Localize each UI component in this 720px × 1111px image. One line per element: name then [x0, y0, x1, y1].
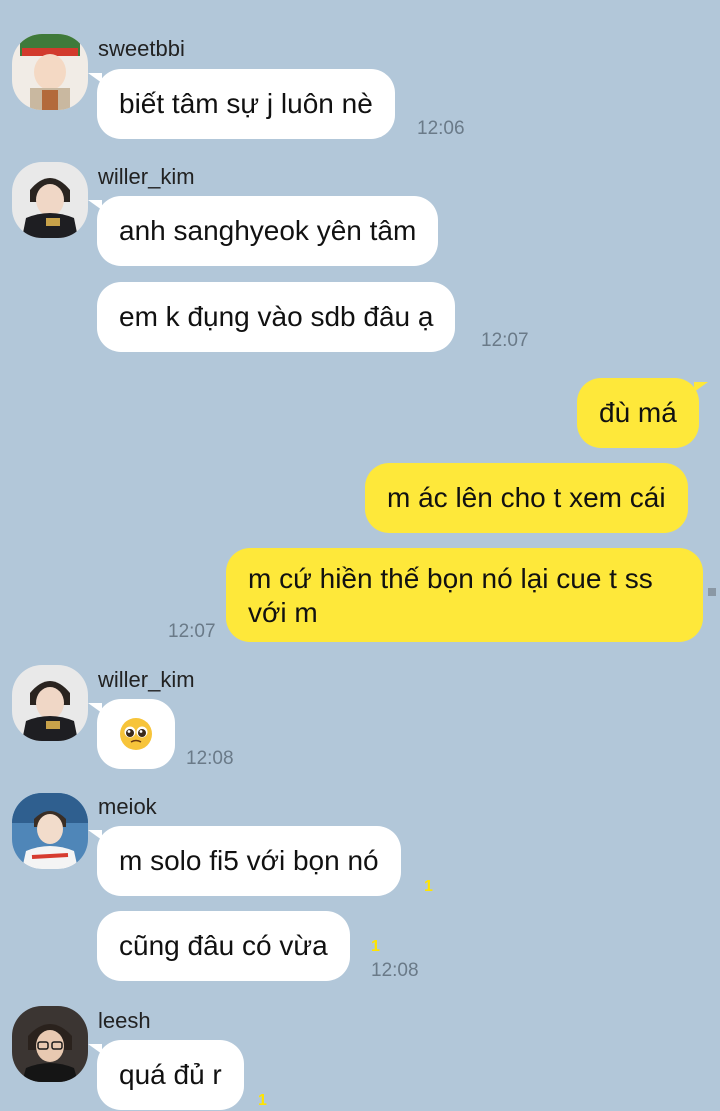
message-text: m solo fi5 với bọn nó	[119, 845, 379, 876]
bubble-tail	[88, 73, 102, 83]
bubble-tail	[88, 703, 102, 713]
unread-count-badge: 1	[258, 1092, 267, 1109]
avatar-meiok[interactable]	[12, 793, 88, 869]
sender-name: willer_kim	[98, 667, 195, 692]
pleading-face-emoji-icon	[120, 718, 152, 750]
avatar-willer-kim[interactable]	[12, 162, 88, 238]
bubble-tail	[88, 830, 102, 840]
bubble-tail	[693, 382, 708, 392]
unread-count-badge: 1	[371, 938, 380, 955]
message-text: đù má	[599, 397, 677, 428]
avatar-sweetbbi[interactable]	[12, 34, 88, 110]
message-text: cũng đâu có vừa	[119, 930, 328, 961]
message-text: m cứ hiền thế bọn nó lại cue t ss với m	[248, 563, 653, 628]
my-message-bubble[interactable]: m ác lên cho t xem cái	[365, 463, 688, 533]
unread-count-badge: 1	[424, 878, 433, 895]
sender-name: leesh	[98, 1008, 151, 1033]
message-bubble[interactable]	[88, 699, 175, 769]
avatar-willer-kim[interactable]	[12, 665, 88, 741]
bubble-tail	[88, 200, 102, 210]
message-bubble[interactable]: em k đụng vào sdb đâu ạ	[97, 282, 456, 352]
my-message-bubble[interactable]: m cứ hiền thế bọn nó lại cue t ss với m	[226, 548, 703, 642]
chat-view[interactable]: sweetbbi biết tâm sự j luôn nè 12:06 wil…	[0, 0, 720, 1111]
avatar-willer-kim-image	[12, 665, 88, 741]
sender-name: willer_kim	[98, 164, 195, 189]
message-time: 12:07	[481, 330, 529, 351]
avatar-leesh-image	[12, 1006, 88, 1082]
avatar-leesh[interactable]	[12, 1006, 88, 1082]
scroll-marker	[708, 588, 716, 596]
avatar-sweetbbi-image	[12, 34, 88, 110]
message-time: 12:08	[186, 748, 234, 769]
message-bubble[interactable]: quá đủ r	[88, 1040, 244, 1110]
message-time: 12:08	[371, 960, 419, 981]
message-time: 12:07	[168, 621, 216, 642]
sender-name: meiok	[98, 794, 157, 819]
message-text: em k đụng vào sdb đâu ạ	[119, 301, 434, 332]
message-text: biết tâm sự j luôn nè	[119, 88, 373, 119]
message-text: anh sanghyeok yên tâm	[119, 215, 417, 246]
bubble-tail	[88, 1044, 102, 1054]
message-bubble[interactable]: m solo fi5 với bọn nó	[88, 826, 401, 896]
sender-name: sweetbbi	[98, 36, 185, 61]
message-bubble[interactable]: cũng đâu có vừa	[97, 911, 350, 981]
message-text: m ác lên cho t xem cái	[387, 482, 666, 513]
avatar-willer-kim-image	[12, 162, 88, 238]
message-text: quá đủ r	[119, 1059, 222, 1090]
message-bubble[interactable]: anh sanghyeok yên tâm	[88, 196, 439, 266]
my-message-bubble[interactable]: đù má	[577, 378, 708, 448]
message-time: 12:06	[417, 118, 465, 139]
avatar-meiok-image	[12, 793, 88, 869]
message-bubble[interactable]: biết tâm sự j luôn nè	[88, 69, 395, 139]
